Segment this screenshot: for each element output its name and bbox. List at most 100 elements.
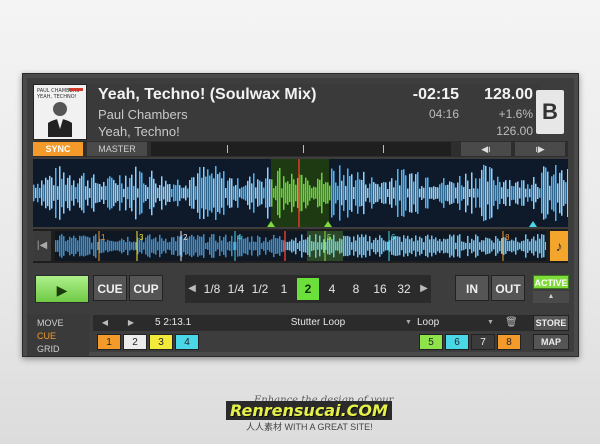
loop-size-option[interactable]: 1/8	[201, 275, 223, 303]
overview-bar-segment	[535, 240, 537, 252]
waveform-bar	[65, 184, 67, 202]
overview-cue-marker[interactable]: 1	[101, 233, 106, 242]
overview-bar-segment	[375, 237, 377, 255]
overview-cue-marker[interactable]: 6	[391, 233, 396, 242]
hotcue-button[interactable]: 3	[149, 334, 173, 350]
waveform-bar	[421, 186, 423, 200]
loop-size-option[interactable]: 1/4	[225, 275, 247, 303]
master-button[interactable]: MASTER	[87, 142, 147, 156]
waveform-bar	[111, 177, 113, 209]
main-waveform[interactable]	[33, 159, 568, 227]
mode-grid[interactable]: GRID	[37, 344, 60, 354]
overview-bar-segment	[177, 235, 179, 257]
overview-bar-segment	[345, 236, 347, 256]
loop-size-option[interactable]: 2	[297, 278, 319, 300]
hotcue-button[interactable]: 1	[97, 334, 121, 350]
expand-arrow-icon[interactable]: ▲	[533, 291, 569, 303]
waveform-bar	[91, 177, 93, 209]
jump-start-button[interactable]: |◀	[33, 231, 51, 261]
cue-button[interactable]: CUE	[93, 275, 127, 301]
waveform-bar	[533, 176, 535, 210]
hotcue-button[interactable]: 8	[497, 334, 521, 350]
loop-size-prev-icon[interactable]: ◀	[185, 275, 199, 303]
waveform-bar	[485, 165, 487, 221]
cue-prev-icon[interactable]: ◀	[97, 315, 113, 331]
waveform-bar	[513, 186, 515, 200]
waveform-bar	[87, 180, 89, 206]
loop-active-button[interactable]: ACTIVE	[533, 275, 569, 289]
waveform-bar	[481, 169, 483, 217]
overview-cue-marker[interactable]: 8	[505, 233, 510, 242]
waveform-bar	[81, 175, 83, 211]
loop-out-button[interactable]: OUT	[491, 275, 525, 301]
overview-cue-marker[interactable]: 4	[237, 233, 242, 242]
waveform-bar	[159, 185, 161, 201]
play-button[interactable]: ▶	[35, 275, 89, 303]
hotcue-button[interactable]: 5	[419, 334, 443, 350]
waveform-bar	[557, 183, 559, 203]
hotcue-button[interactable]: 4	[175, 334, 199, 350]
waveform-bar	[283, 176, 285, 210]
hotcue-button[interactable]: 2	[123, 334, 147, 350]
overview-bar-segment	[277, 238, 279, 254]
cue-next-icon[interactable]: ▶	[123, 315, 139, 331]
waveform-bar	[123, 188, 125, 198]
waveform-bar	[323, 183, 325, 203]
cue-type-select[interactable]: Loop	[417, 315, 497, 331]
waveform-bar	[377, 184, 379, 202]
waveform-bar	[333, 170, 335, 216]
loop-size-option[interactable]: 16	[369, 275, 391, 303]
nudge-forward-button[interactable]: ı▶	[515, 142, 565, 156]
waveform-bar	[193, 177, 195, 209]
loop-in-button[interactable]: IN	[455, 275, 489, 301]
overview-bar-segment	[269, 240, 271, 252]
cue-name-field[interactable]: Stutter Loop	[243, 315, 393, 331]
overview-bar-segment	[485, 237, 487, 255]
loop-size-option[interactable]: 1/2	[249, 275, 271, 303]
map-button[interactable]: MAP	[533, 334, 569, 350]
overview-bar-segment	[273, 234, 275, 258]
cup-button[interactable]: CUP	[129, 275, 163, 301]
waveform-bar	[539, 188, 541, 198]
loop-size-option[interactable]: 32	[393, 275, 415, 303]
waveform-bar	[151, 170, 153, 216]
waveform-bar	[391, 178, 393, 208]
waveform-bar	[365, 184, 367, 202]
trash-icon[interactable]: 🗑	[505, 316, 518, 329]
overview-bar-segment	[225, 234, 227, 258]
loop-size-option[interactable]: 1	[273, 275, 295, 303]
hotcue-button[interactable]: 6	[445, 334, 469, 350]
store-button[interactable]: STORE	[533, 315, 569, 331]
note-icon[interactable]: ♪	[550, 231, 568, 261]
overview-bar-segment	[69, 236, 71, 256]
waveform-bar	[223, 171, 225, 215]
deck-letter-badge[interactable]: B	[536, 90, 564, 134]
overview-bar-segment	[413, 241, 415, 251]
loop-size-option[interactable]: 4	[321, 275, 343, 303]
loop-size-option[interactable]: 8	[345, 275, 367, 303]
waveform-bar	[121, 183, 123, 203]
mode-cue[interactable]: CUE	[37, 331, 56, 341]
overview-cue-marker[interactable]: 2	[183, 233, 188, 242]
nudge-back-button[interactable]: ◀ı	[461, 142, 511, 156]
waveform-bar	[561, 170, 563, 216]
waveform-bar	[329, 185, 331, 201]
loop-size-next-icon[interactable]: ▶	[417, 275, 431, 303]
waveform-bar	[147, 187, 149, 199]
waveform-bar	[285, 182, 287, 204]
sync-button[interactable]: SYNC	[33, 142, 83, 156]
overview-cue-marker[interactable]: 3	[139, 233, 144, 242]
waveform-bar	[405, 175, 407, 211]
cue-type-dropdown-icon[interactable]: ▼	[487, 315, 494, 331]
hotcue-button[interactable]: 7	[471, 334, 495, 350]
waveform-bar	[89, 188, 91, 198]
overview-cue-marker[interactable]: 5	[327, 233, 332, 242]
overview-bar-segment	[509, 240, 511, 252]
overview-waveform[interactable]: 1 3 2 4 5 6 8	[55, 231, 546, 261]
cue-name-dropdown-icon[interactable]: ▼	[405, 315, 412, 331]
mode-move[interactable]: MOVE	[37, 318, 64, 328]
waveform-bar	[177, 179, 179, 207]
waveform-bar	[203, 166, 205, 220]
cue-position: 5 2:13.1	[155, 317, 192, 328]
waveform-bar	[489, 167, 491, 219]
